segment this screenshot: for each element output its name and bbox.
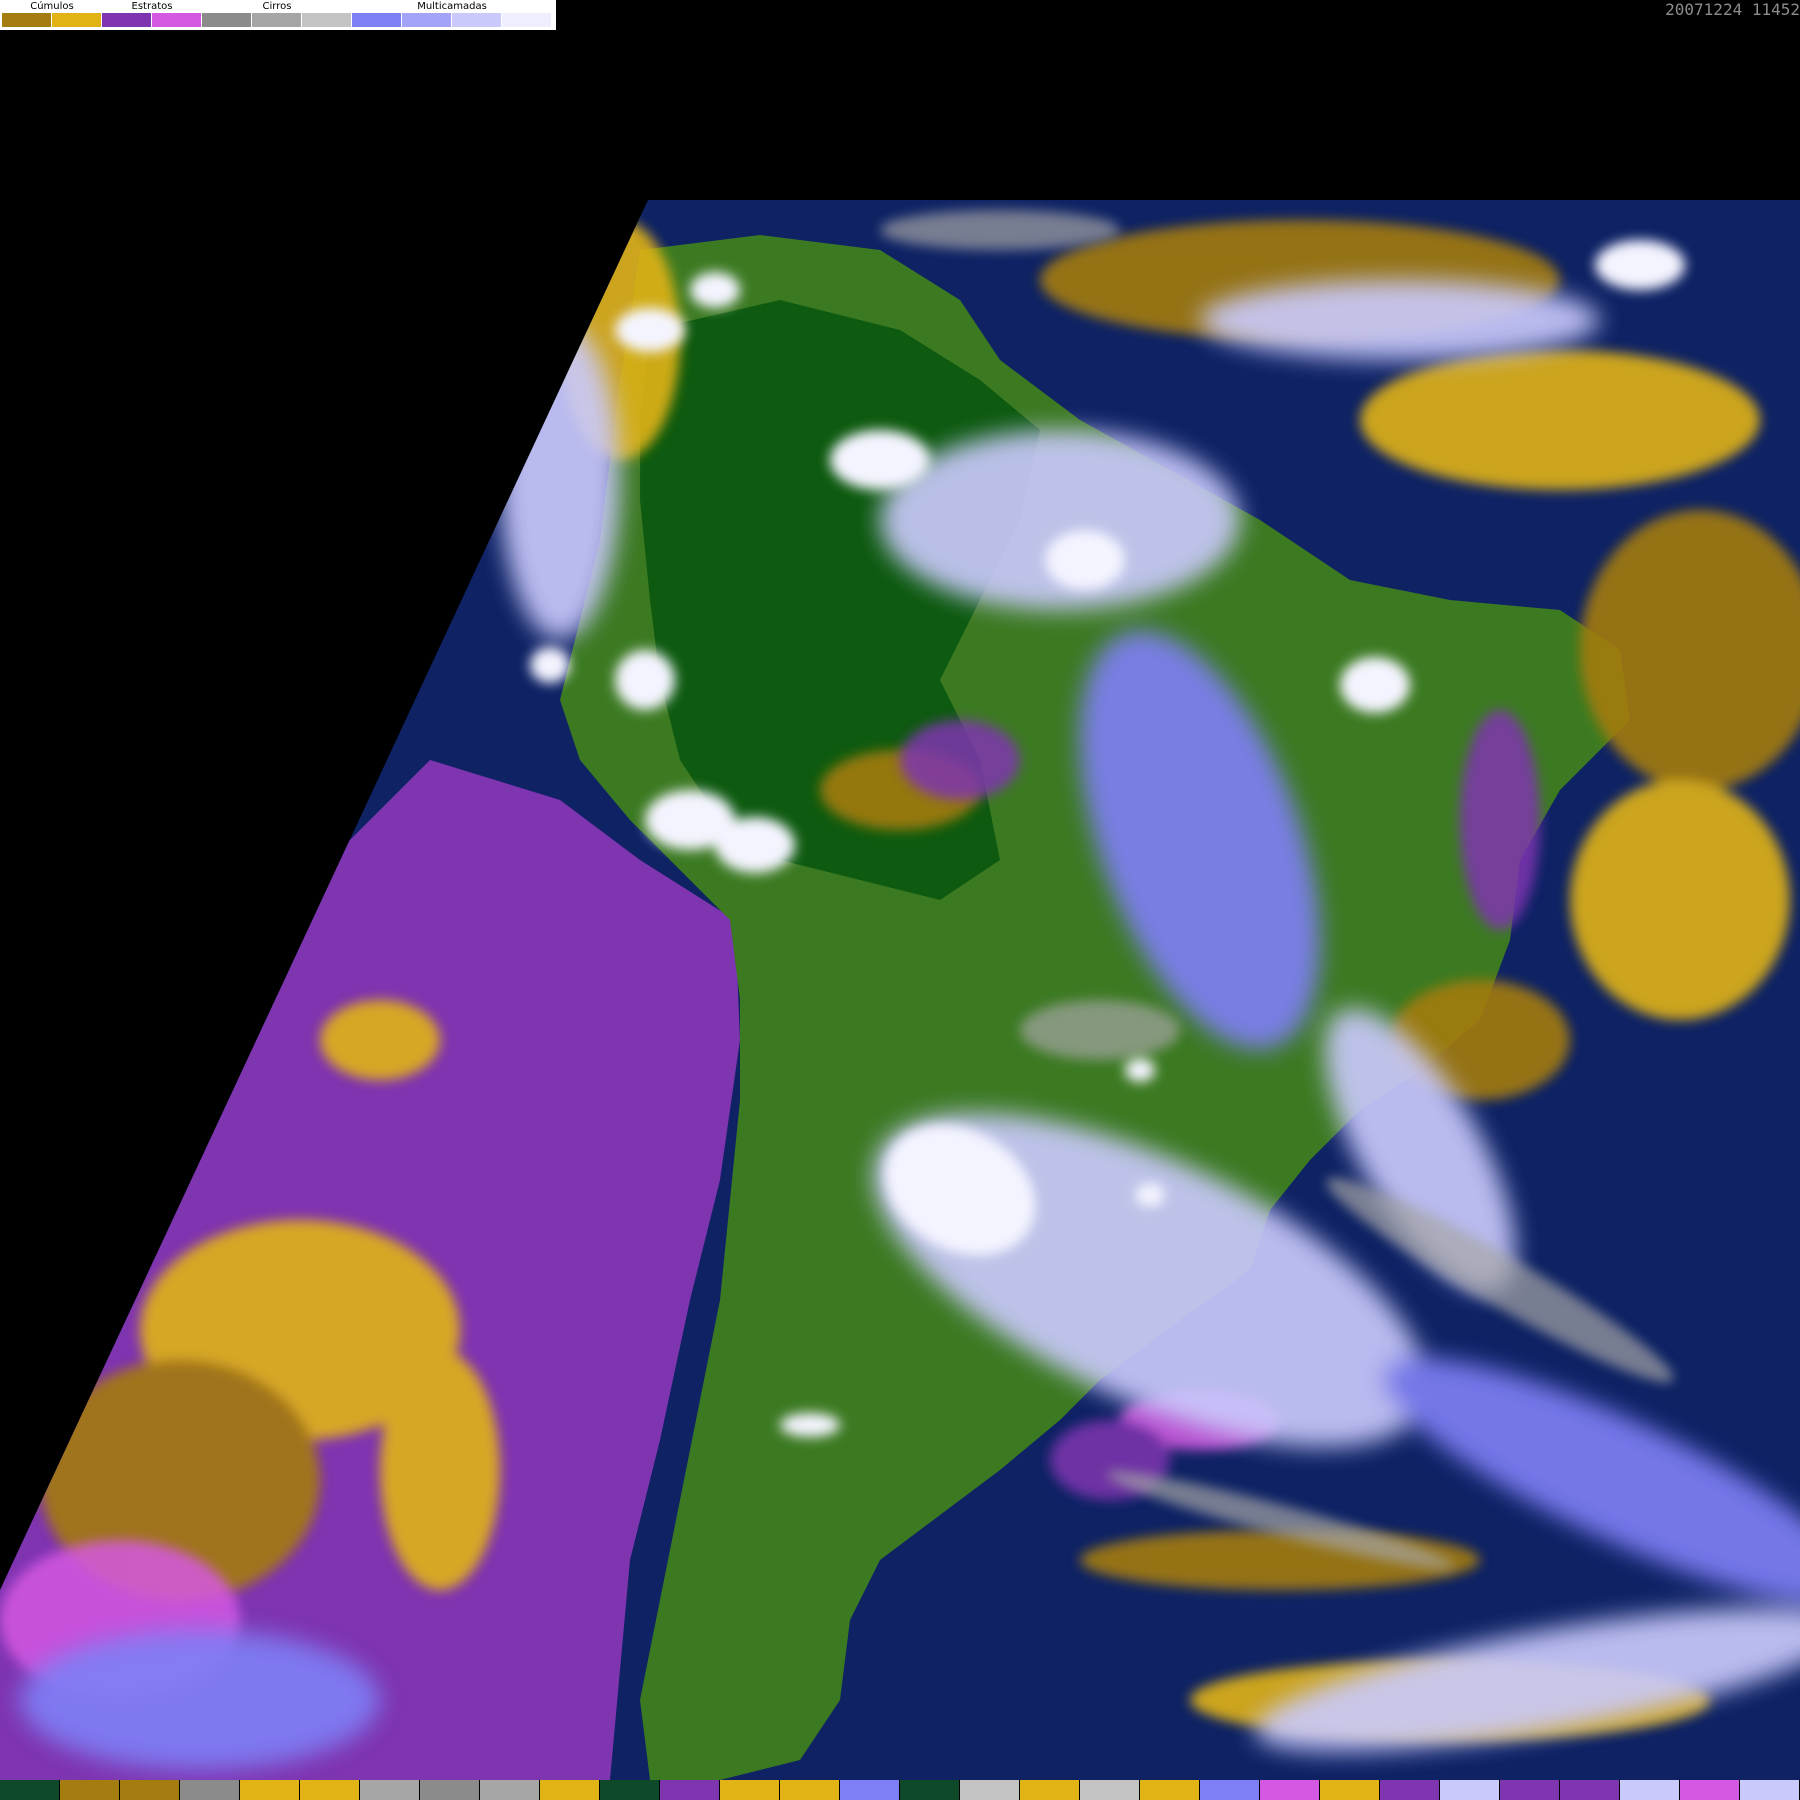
strip-cell: [480, 1780, 540, 1800]
stratus-patch: [1460, 710, 1540, 930]
strip-cell: [1380, 1780, 1440, 1800]
strip-cell: [1140, 1780, 1200, 1800]
convective-core: [1595, 240, 1685, 290]
legend-label-stratus: Estratos: [131, 1, 173, 12]
strip-cell: [900, 1780, 960, 1800]
satellite-image-page: Cúmulos Estratos Cirros Multicamadas 200…: [0, 0, 1800, 1800]
strip-cell: [360, 1780, 420, 1800]
cirrus-wisp: [1020, 1000, 1180, 1060]
strip-cell: [300, 1780, 360, 1800]
legend-swatch: [202, 13, 252, 27]
legend-swatch-row: [2, 13, 552, 27]
legend-swatch: [502, 13, 552, 27]
convective-core: [780, 1413, 840, 1437]
strip-cell: [1440, 1780, 1500, 1800]
convective-core: [690, 272, 740, 308]
legend-swatch: [302, 13, 352, 27]
strip-cell: [660, 1780, 720, 1800]
strip-cell: [120, 1780, 180, 1800]
cirrus-wisp: [880, 210, 1120, 250]
strip-cell: [1680, 1780, 1740, 1800]
legend-label-cumulus: Cúmulos: [30, 1, 74, 12]
legend-swatch: [152, 13, 202, 27]
strip-cell: [420, 1780, 480, 1800]
convective-core: [1340, 657, 1410, 713]
convective-core: [615, 308, 685, 352]
legend-swatch: [2, 13, 52, 27]
cumulus-patch: [380, 1350, 500, 1590]
cumulus-patch: [320, 1000, 440, 1080]
strip-cell: [240, 1780, 300, 1800]
convective-core: [530, 647, 570, 683]
legend-swatch: [452, 13, 502, 27]
convective-core: [715, 817, 795, 873]
convective-core: [615, 650, 675, 710]
earth-disc: [0, 200, 1800, 1780]
convective-core: [830, 430, 930, 490]
strip-cell: [0, 1780, 60, 1800]
convective-core: [1125, 1058, 1155, 1082]
bottom-color-strip: [0, 1780, 1800, 1800]
legend-swatch: [102, 13, 152, 27]
strip-cell: [780, 1780, 840, 1800]
strip-cell: [1320, 1780, 1380, 1800]
legend-swatch: [252, 13, 302, 27]
strip-cell: [1560, 1780, 1620, 1800]
legend-swatch: [52, 13, 102, 27]
strip-cell: [960, 1780, 1020, 1800]
strip-cell: [840, 1780, 900, 1800]
legend-label-cirrus: Cirros: [262, 1, 292, 12]
multilayer-band: [1200, 280, 1600, 360]
cumulus-patch: [1570, 780, 1790, 1020]
strip-cell: [1200, 1780, 1260, 1800]
legend-swatch: [402, 13, 452, 27]
convective-core: [1135, 1183, 1165, 1207]
strip-cell: [60, 1780, 120, 1800]
convective-core: [1045, 530, 1125, 590]
cumulus-patch: [1360, 350, 1760, 490]
strip-cell: [600, 1780, 660, 1800]
image-timestamp: 20071224 11452: [1665, 0, 1800, 19]
strip-cell: [1260, 1780, 1320, 1800]
cloud-type-legend: Cúmulos Estratos Cirros Multicamadas: [0, 0, 556, 30]
multilayer-band: [500, 320, 620, 640]
strip-cell: [1080, 1780, 1140, 1800]
strip-cell: [540, 1780, 600, 1800]
strip-cell: [1620, 1780, 1680, 1800]
strip-cell: [1020, 1780, 1080, 1800]
stratus-patch: [900, 720, 1020, 800]
legend-label-multilayer: Multicamadas: [417, 1, 487, 12]
strip-cell: [1500, 1780, 1560, 1800]
legend-swatch: [352, 13, 402, 27]
strip-cell: [1740, 1780, 1800, 1800]
multilayer-band: [20, 1630, 380, 1770]
strip-cell: [720, 1780, 780, 1800]
satellite-cloud-map: [0, 200, 1800, 1780]
strip-cell: [180, 1780, 240, 1800]
